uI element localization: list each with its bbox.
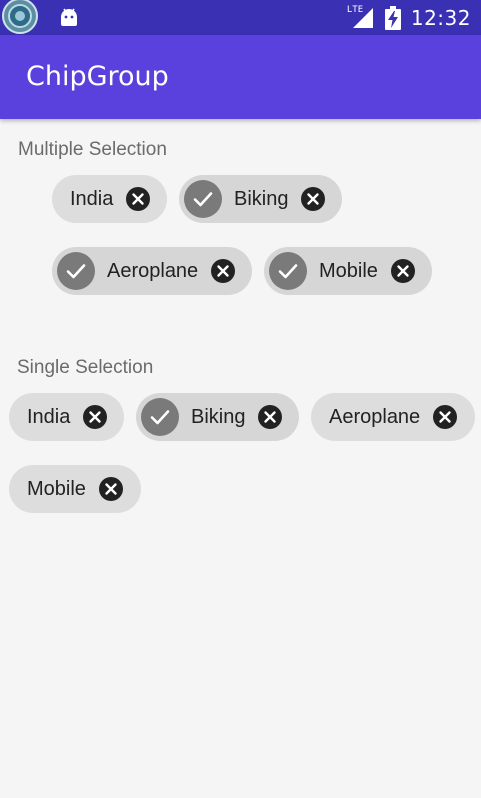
chip-label: Mobile: [27, 477, 86, 500]
status-left-icons: [0, 0, 80, 35]
chip-label: India: [27, 405, 71, 428]
close-icon[interactable]: [125, 186, 151, 212]
chip-india-single[interactable]: India: [9, 393, 124, 441]
close-icon[interactable]: [82, 404, 108, 430]
status-right-icons: LTE 12:32: [347, 0, 471, 35]
close-icon[interactable]: [257, 404, 283, 430]
check-icon: [269, 252, 307, 290]
check-icon: [141, 398, 179, 436]
app-launcher-icon: [0, 0, 40, 35]
close-icon[interactable]: [390, 258, 416, 284]
chip-label: Biking: [234, 187, 289, 210]
multiple-selection-label: Multiple Selection: [18, 139, 167, 160]
close-icon[interactable]: [300, 186, 326, 212]
battery-charging-icon: [384, 5, 401, 30]
chip-label: Biking: [191, 405, 246, 428]
chip-india-multiple[interactable]: India: [52, 175, 167, 223]
network-type-label: LTE: [346, 4, 364, 15]
check-icon: [57, 252, 95, 290]
status-time: 12:32: [410, 5, 471, 30]
check-icon: [184, 180, 222, 218]
chip-label: Aeroplane: [107, 259, 199, 282]
close-icon[interactable]: [98, 476, 124, 502]
android-icon: [58, 7, 80, 29]
chip-label: Mobile: [319, 259, 378, 282]
close-icon[interactable]: [432, 404, 458, 430]
status-bar: LTE 12:32: [0, 0, 481, 35]
chip-biking-single[interactable]: Biking: [136, 393, 299, 441]
chip-mobile-multiple[interactable]: Mobile: [264, 247, 432, 295]
chip-aeroplane-multiple[interactable]: Aeroplane: [52, 247, 252, 295]
chip-mobile-single[interactable]: Mobile: [9, 465, 141, 513]
app-bar: ChipGroup: [0, 35, 481, 119]
single-selection-label: Single Selection: [17, 357, 154, 378]
chip-label: India: [70, 187, 114, 210]
page-title: ChipGroup: [26, 61, 169, 92]
chip-biking-multiple[interactable]: Biking: [179, 175, 342, 223]
chip-label: Aeroplane: [329, 405, 421, 428]
lte-signal-icon: LTE: [346, 4, 375, 30]
close-icon[interactable]: [210, 258, 236, 284]
chip-aeroplane-single[interactable]: Aeroplane: [311, 393, 475, 441]
